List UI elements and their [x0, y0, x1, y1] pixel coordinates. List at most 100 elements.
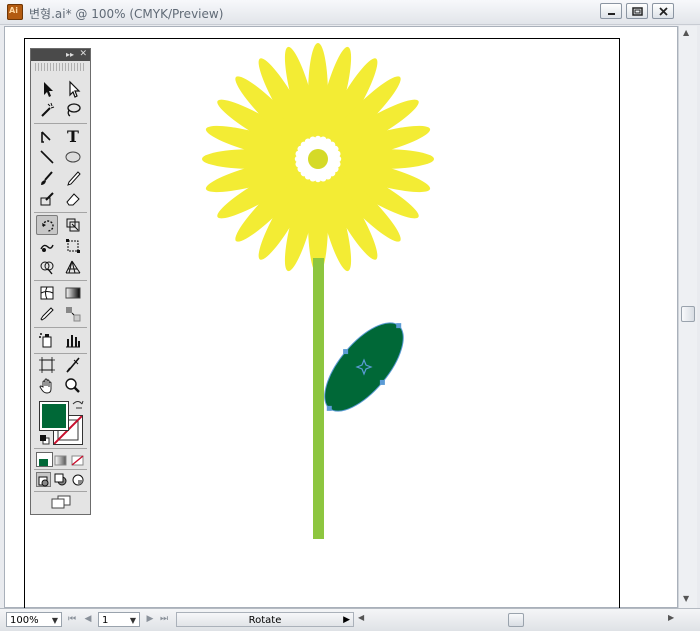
zoom-level-value: 100% — [10, 615, 39, 626]
perspective-grid-tool[interactable] — [62, 257, 84, 277]
zoom-tool-icon — [65, 378, 80, 393]
rotate-tool[interactable] — [36, 215, 58, 235]
shape-builder-tool[interactable] — [36, 257, 58, 277]
draw-behind-button[interactable] — [53, 472, 68, 487]
status-menu[interactable]: Rotate ▶ — [176, 612, 354, 627]
first-artboard-button[interactable]: ⏮ — [66, 612, 78, 626]
scale-tool-icon — [66, 218, 80, 232]
gradient-tool[interactable] — [62, 283, 84, 303]
artboard-tool[interactable] — [36, 355, 58, 375]
blob-brush-tool[interactable] — [36, 189, 58, 209]
type-tool[interactable]: T — [62, 126, 84, 146]
collapse-panel-icon[interactable]: ▸▸ — [66, 50, 74, 59]
vertical-scrollbar[interactable]: ▲ ▼ — [678, 26, 697, 608]
free-transform-tool-icon — [66, 239, 80, 253]
panel-grip[interactable] — [35, 63, 86, 71]
magic-wand-tool[interactable] — [36, 100, 58, 120]
scroll-right-icon[interactable]: ▶ — [668, 613, 674, 622]
status-text: Rotate — [248, 615, 282, 626]
eyedropper-tool-icon — [40, 307, 54, 321]
line-segment-tool-icon — [40, 150, 54, 164]
free-transform-tool[interactable] — [62, 236, 84, 256]
slice-tool-icon — [66, 357, 80, 373]
last-artboard-button[interactable]: ⏭ — [158, 612, 170, 626]
eraser-tool[interactable] — [62, 189, 84, 209]
swap-arrows-icon — [72, 400, 84, 409]
scale-tool[interactable] — [62, 215, 84, 235]
next-artboard-button[interactable]: ▶ — [144, 612, 156, 626]
status-bar: 100% ▼ ⏮ ◀ 1 ▼ ▶ ⏭ Rotate ▶ ◀ ▶ — [0, 608, 700, 631]
artwork — [202, 43, 434, 539]
direct-selection-tool-icon — [69, 80, 81, 98]
gradient-icon — [54, 455, 67, 466]
zoom-level-dropdown[interactable]: 100% ▼ — [6, 612, 62, 627]
mesh-tool-icon — [40, 286, 54, 300]
column-graph-tool[interactable] — [62, 330, 84, 350]
draw-normal-icon — [38, 476, 49, 487]
pen-tool-icon — [41, 131, 51, 143]
lasso-tool[interactable] — [62, 100, 84, 120]
svg-text:T: T — [67, 127, 79, 145]
anchor-point[interactable] — [343, 349, 349, 355]
anchor-point[interactable] — [379, 379, 385, 385]
scroll-left-icon[interactable]: ◀ — [358, 613, 364, 622]
flower-stem[interactable] — [313, 258, 324, 539]
paintbrush-tool[interactable] — [36, 168, 58, 188]
pen-tool[interactable] — [36, 126, 58, 146]
draw-inside-button[interactable] — [70, 472, 85, 487]
selection-tool-icon — [44, 82, 53, 97]
vertical-scroll-thumb[interactable] — [681, 306, 695, 322]
fill-swatch[interactable] — [39, 401, 69, 431]
flower-center[interactable] — [308, 149, 328, 169]
gradient-mode-button[interactable] — [53, 452, 68, 466]
anchor-point[interactable] — [326, 405, 332, 411]
ellipse-tool[interactable] — [62, 147, 84, 167]
none-mode-button[interactable] — [70, 452, 85, 466]
blend-tool[interactable] — [62, 304, 84, 324]
default-colors-button[interactable] — [39, 431, 51, 445]
type-tool-icon: T — [67, 127, 79, 145]
horizontal-scroll-thumb[interactable] — [508, 613, 524, 627]
color-icon — [39, 459, 48, 466]
artboard-tool-icon — [39, 357, 55, 373]
selected-leaf[interactable] — [311, 310, 417, 424]
warp-tool[interactable] — [36, 236, 58, 256]
direct-selection-tool[interactable] — [62, 79, 84, 99]
artboard-number-dropdown[interactable]: 1 ▼ — [98, 612, 140, 627]
paintbrush-tool-icon — [41, 171, 53, 185]
blob-brush-tool-icon — [40, 192, 54, 206]
slice-tool[interactable] — [62, 355, 84, 375]
pencil-tool-icon — [67, 171, 81, 186]
change-screen-mode-button[interactable] — [49, 494, 73, 510]
gradient-tool-icon — [65, 287, 81, 299]
ellipse-tool-icon — [65, 151, 81, 163]
eraser-tool-icon — [66, 193, 80, 206]
scroll-down-icon[interactable]: ▼ — [683, 594, 689, 603]
chevron-down-icon: ▼ — [129, 616, 136, 625]
line-segment-tool[interactable] — [36, 147, 58, 167]
mesh-tool[interactable] — [36, 283, 58, 303]
warp-tool-icon — [40, 244, 54, 252]
swap-fill-stroke-button[interactable] — [71, 397, 85, 409]
tools-panel-header[interactable]: ▸▸ ✕ — [31, 49, 90, 61]
symbol-sprayer-tool[interactable] — [36, 330, 58, 350]
hand-tool[interactable] — [36, 376, 58, 396]
close-panel-icon[interactable]: ✕ — [79, 49, 87, 59]
default-colors-icon — [40, 435, 50, 445]
lasso-tool-icon — [67, 103, 81, 117]
shape-builder-tool-icon — [40, 261, 54, 275]
scroll-up-icon[interactable]: ▲ — [683, 28, 689, 37]
horizontal-scrollbar[interactable]: ◀ ▶ — [356, 612, 680, 627]
magic-wand-tool-icon — [41, 102, 55, 117]
eyedropper-tool[interactable] — [36, 304, 58, 324]
selection-tool[interactable] — [36, 79, 58, 99]
anchor-point[interactable] — [396, 323, 402, 329]
tools-panel[interactable]: ▸▸ ✕ T — [30, 48, 91, 515]
draw-normal-button[interactable] — [36, 472, 51, 487]
color-mode-button[interactable] — [36, 452, 53, 467]
zoom-tool[interactable] — [62, 376, 84, 396]
previous-artboard-button[interactable]: ◀ — [82, 612, 94, 626]
rotate-tool-icon — [42, 220, 54, 232]
draw-inside-icon — [72, 474, 84, 486]
pencil-tool[interactable] — [62, 168, 84, 188]
